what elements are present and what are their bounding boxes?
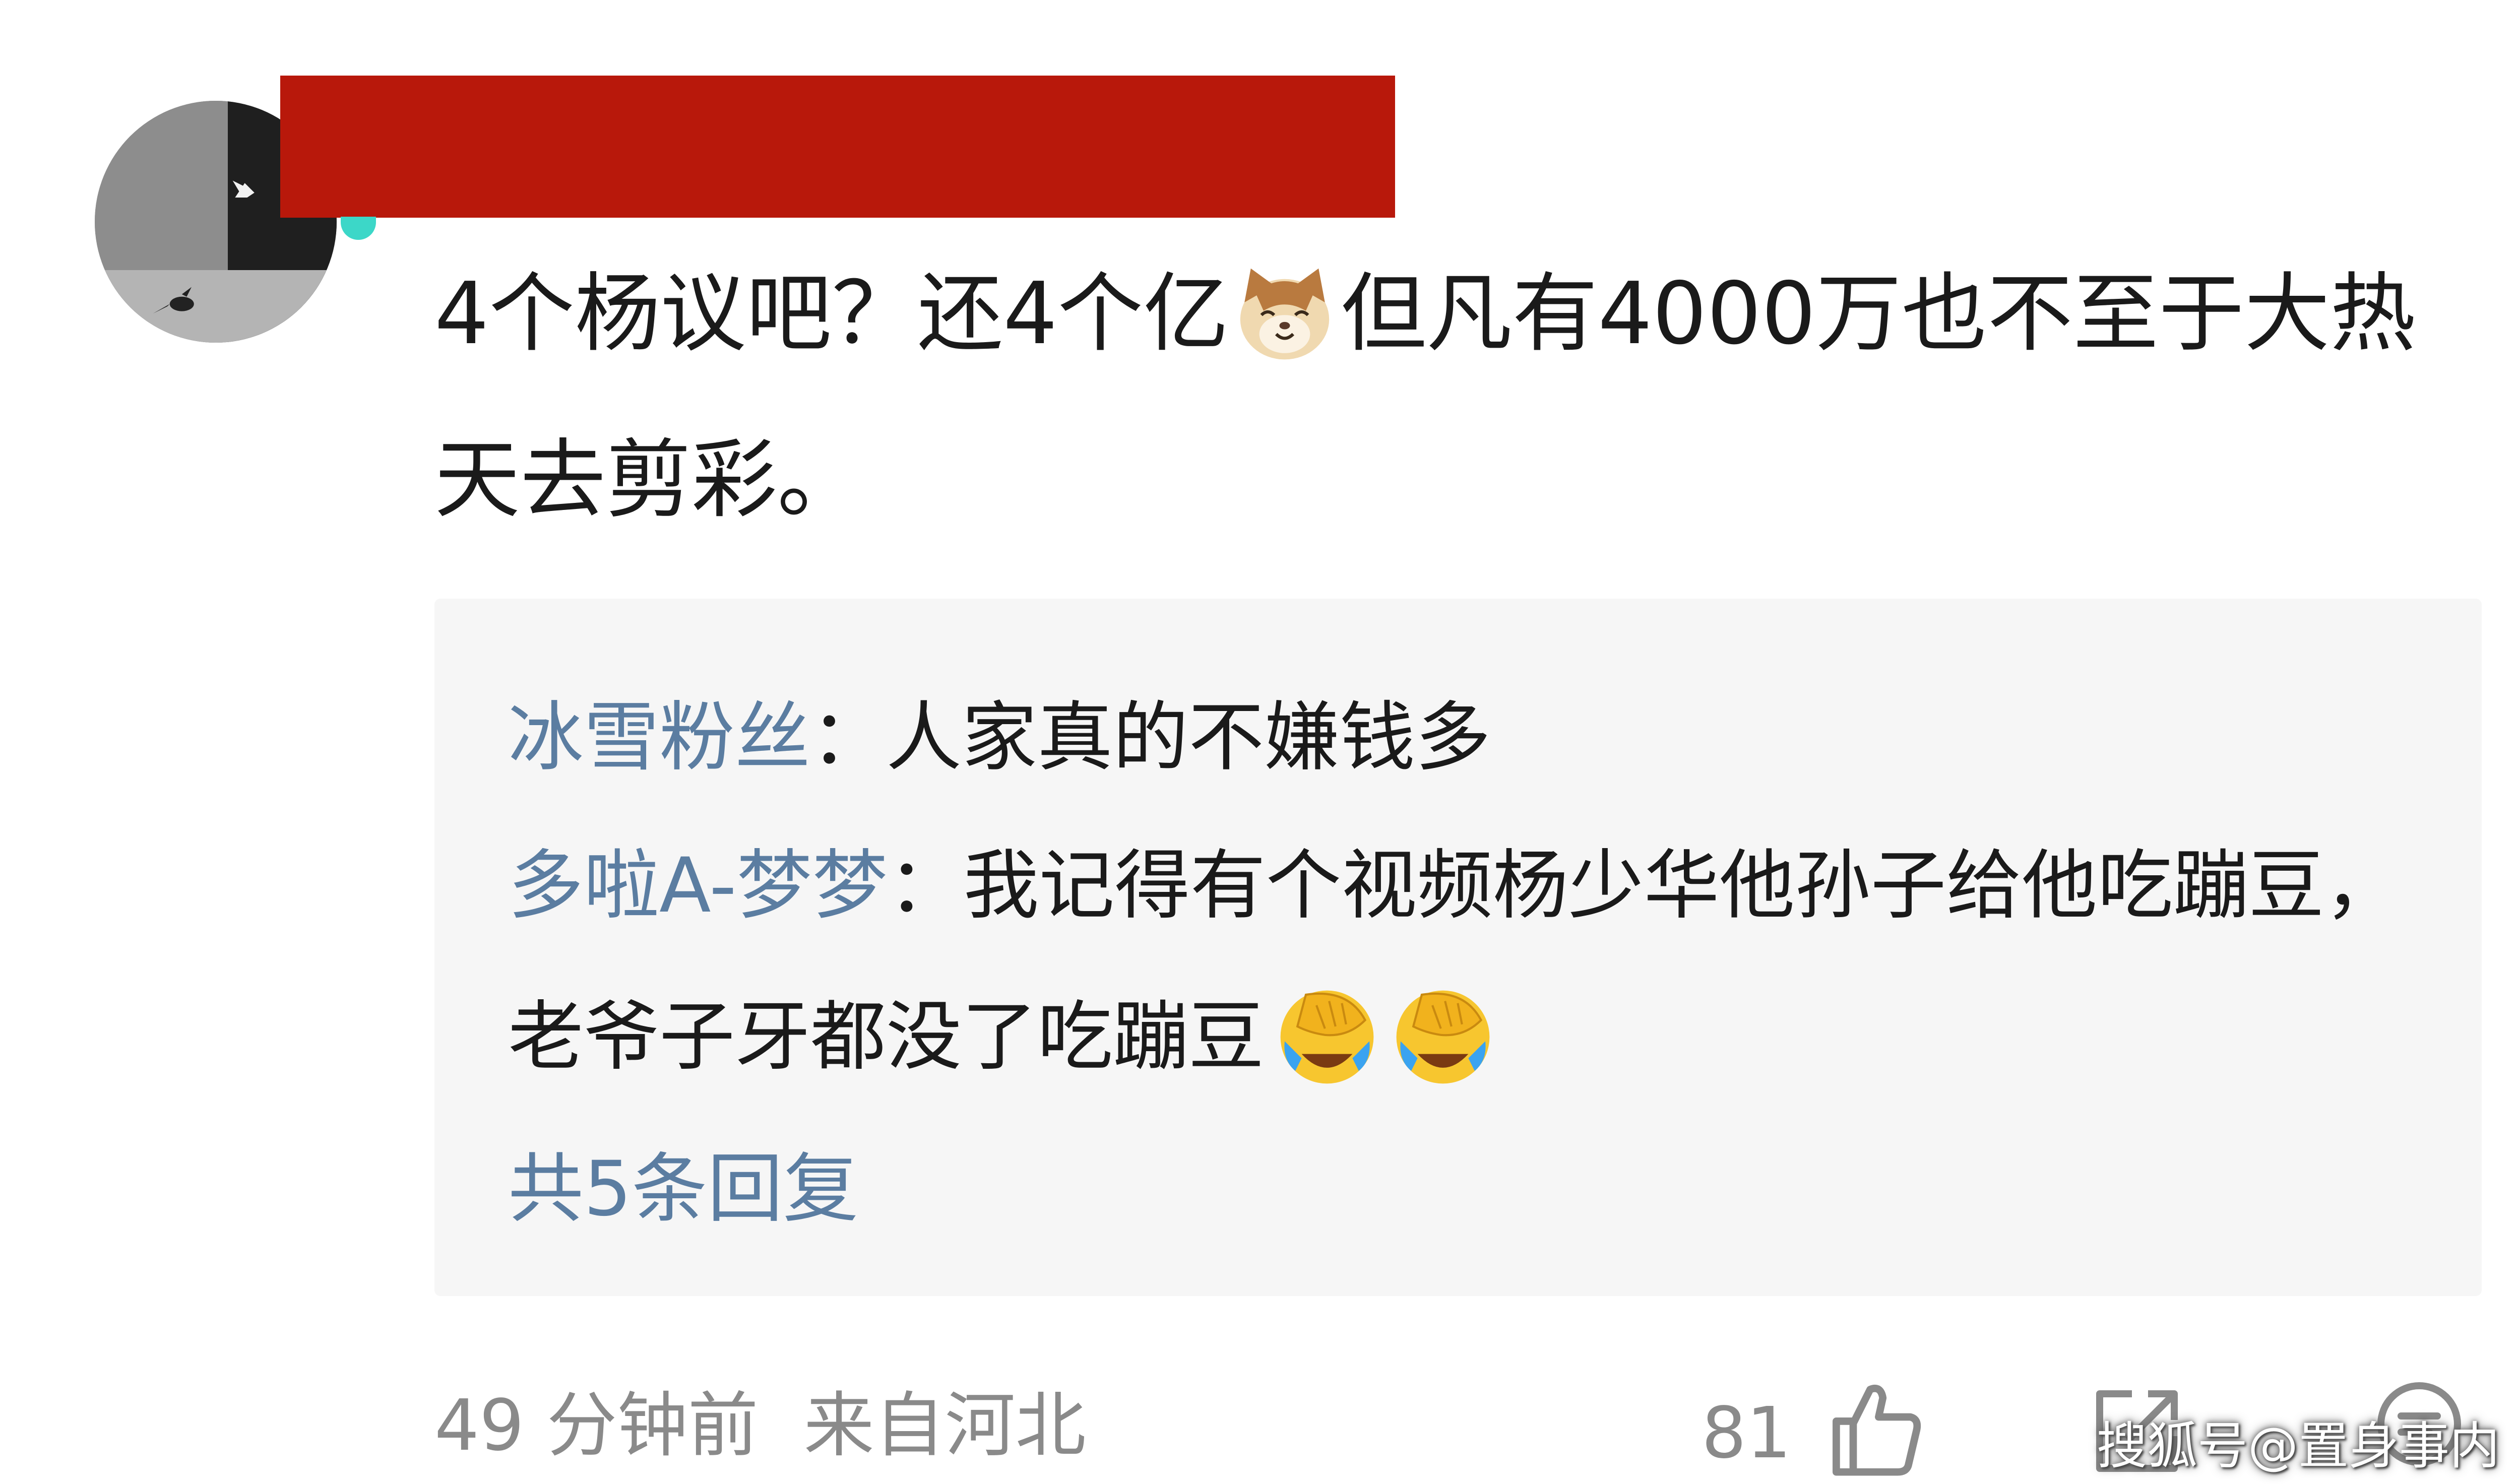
facepalm-laugh-emoji bbox=[1274, 984, 1380, 1090]
more-replies-link[interactable]: 共5条回复 bbox=[508, 1139, 858, 1240]
reply-item: 冰雪粉丝：人家真的不嫌钱多 bbox=[508, 662, 2433, 813]
like-count: 81 bbox=[1702, 1392, 1792, 1474]
reply-item: 多啦A-梦梦：我记得有个视频杨少华他孙子给他吃蹦豆，老爷子牙都没了吃蹦豆 bbox=[508, 810, 2433, 1113]
reply-username[interactable]: 多啦A-梦梦 bbox=[508, 842, 888, 930]
redacted-username bbox=[280, 76, 1395, 218]
reply-text: 人家真的不嫌钱多 bbox=[886, 694, 1491, 782]
reply-separator: ： bbox=[810, 694, 887, 782]
badge-decoration bbox=[341, 217, 376, 240]
comment-text-part-1: 4个杨议吧？还4个亿 bbox=[434, 264, 1229, 364]
facepalm-laugh-emoji bbox=[1390, 984, 1496, 1090]
comment-meta: 49 分钟前 来自河北 bbox=[434, 1376, 1086, 1476]
comment-time: 49 分钟前 bbox=[434, 1385, 759, 1467]
watermark: 搜狐号@置身事内 bbox=[2097, 1416, 2500, 1475]
comment-text: 4个杨议吧？还4个亿 但凡有4000万也不至于大热天去剪彩。 bbox=[434, 231, 2481, 563]
comment-location: 来自河北 bbox=[803, 1385, 1086, 1467]
reply-separator: ： bbox=[888, 842, 964, 930]
cat-face-emoji bbox=[1232, 260, 1338, 366]
replies-panel: 冰雪粉丝：人家真的不嫌钱多 多啦A-梦梦：我记得有个视频杨少华他孙子给他吃蹦豆，… bbox=[434, 599, 2482, 1296]
reply-username[interactable]: 冰雪粉丝 bbox=[508, 694, 810, 782]
thumbs-up-icon[interactable] bbox=[1821, 1375, 1927, 1480]
